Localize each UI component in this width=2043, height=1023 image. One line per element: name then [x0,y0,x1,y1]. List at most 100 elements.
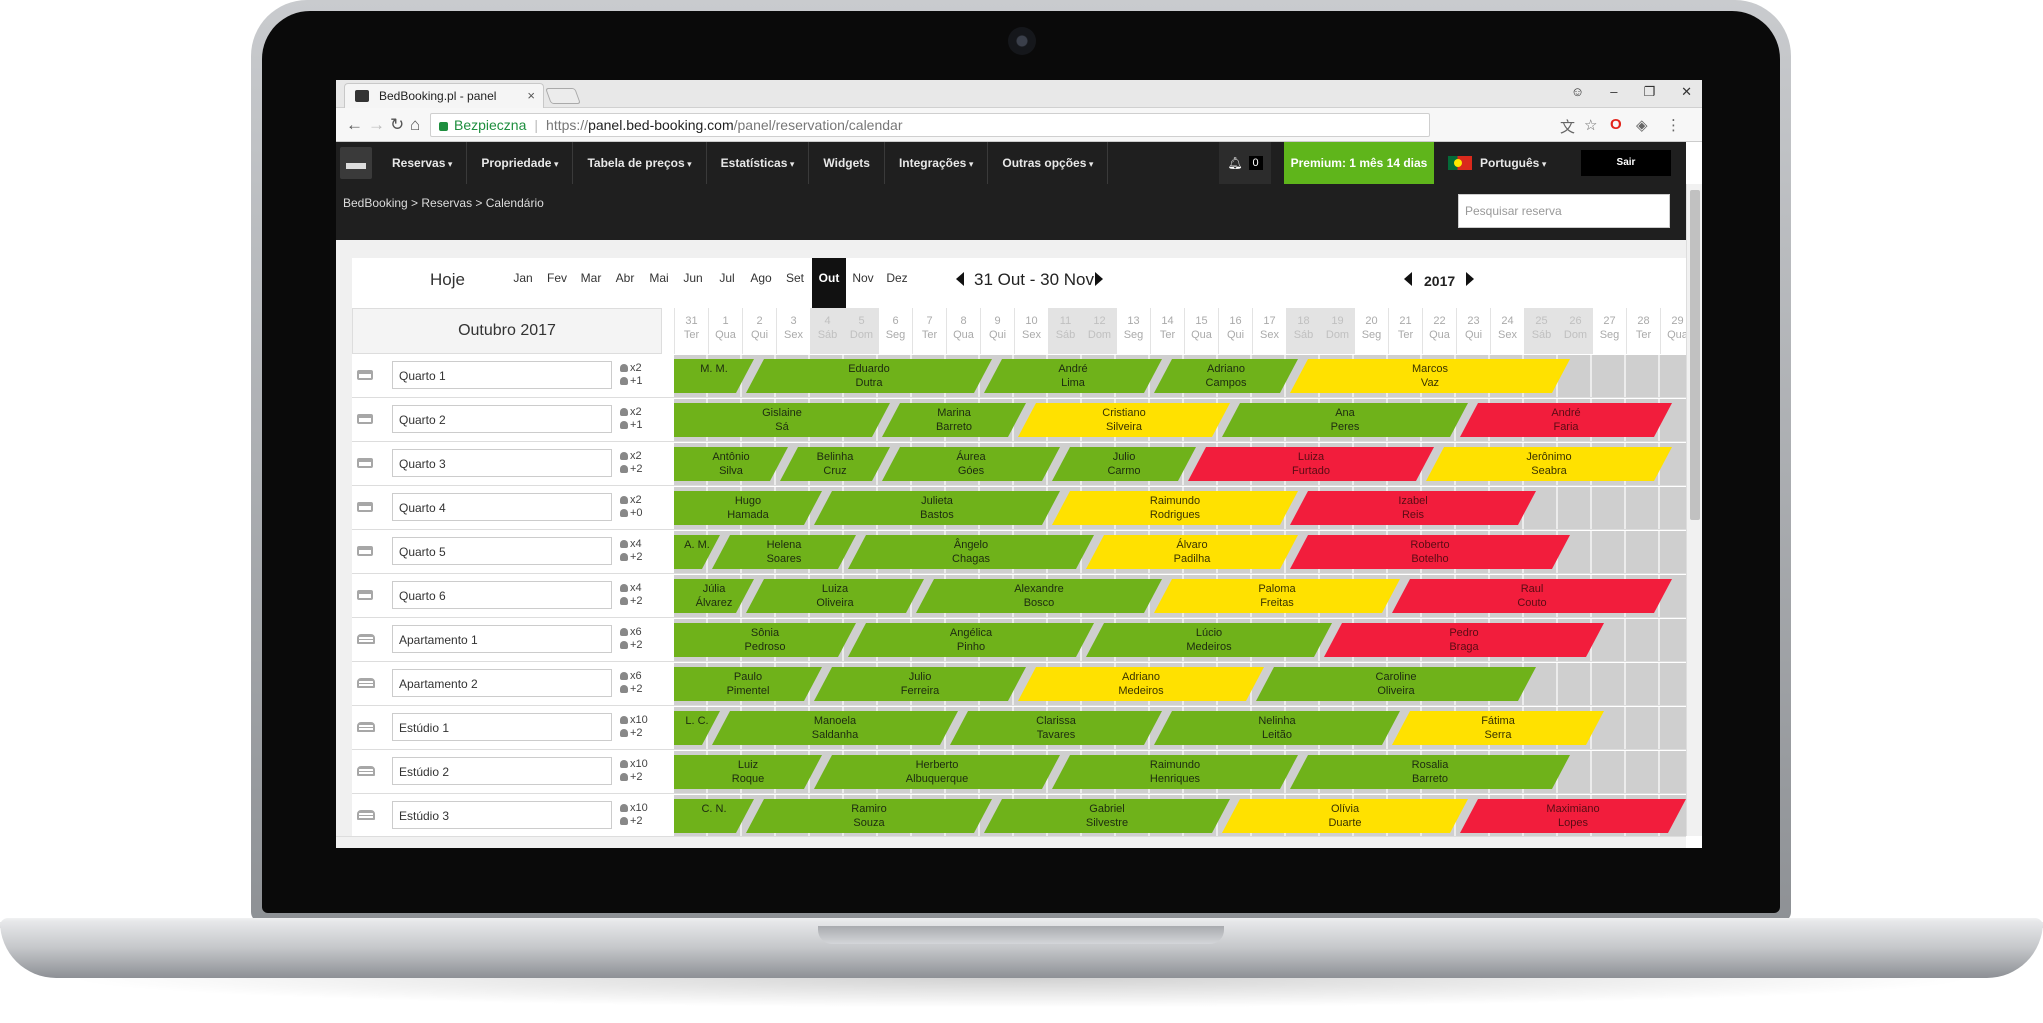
home-icon[interactable]: ⌂ [410,115,420,135]
new-tab-button[interactable] [545,88,581,104]
room-name-0[interactable]: Quarto 1 [392,361,612,389]
reservation-bar[interactable]: Gislaine Sá [674,403,890,437]
logout-button[interactable]: Sair [1581,150,1671,176]
reservation-bar[interactable]: Julio Ferreira [814,667,1026,701]
reservation-bar[interactable]: Álvaro Padilha [1086,535,1298,569]
day-cell[interactable] [1660,531,1686,573]
reservation-bar[interactable]: Nelinha Leitão [1154,711,1400,745]
minimize-icon[interactable]: – [1610,84,1617,100]
today-button[interactable]: Hoje [430,270,465,290]
reservation-bar[interactable]: Alexandre Bosco [916,579,1162,613]
reservation-bar[interactable]: Lúcio Medeiros [1086,623,1332,657]
reservation-bar[interactable]: Cristiano Silveira [1018,403,1230,437]
reservation-bar[interactable]: Adriano Medeiros [1018,667,1264,701]
reservation-bar[interactable]: Fátima Serra [1392,711,1604,745]
day-cell[interactable] [1592,487,1626,529]
room-name-10[interactable]: Estúdio 3 [392,801,612,829]
reservation-bar[interactable]: Clarissa Tavares [950,711,1162,745]
month-tab-abr[interactable]: Abr [608,258,642,308]
back-arrow-icon[interactable]: ← [346,115,363,135]
reservation-bar[interactable]: Paloma Freitas [1154,579,1400,613]
menu-item-4[interactable]: Widgets [809,142,885,184]
reservation-bar[interactable]: André Faria [1460,403,1672,437]
reservation-bar[interactable]: Rosalia Barreto [1290,755,1570,789]
menu-item-2[interactable]: Tabela de preços [573,142,707,184]
reservation-bar[interactable]: Áurea Góes [882,447,1060,481]
day-cell[interactable] [1592,751,1626,793]
room-name-7[interactable]: Apartamento 2 [392,669,612,697]
reservation-bar[interactable]: Luiza Furtado [1188,447,1434,481]
day-cell[interactable] [1592,355,1626,397]
reservation-bar[interactable]: Marcos Vaz [1290,359,1570,393]
reservation-bar[interactable]: Raul Couto [1392,579,1672,613]
menu-item-3[interactable]: Estatísticas [707,142,810,184]
maximize-icon[interactable]: ❐ [1643,84,1655,100]
reservation-bar[interactable]: Olívia Duarte [1222,799,1468,833]
reservation-bar[interactable]: Julieta Bastos [814,491,1060,525]
reservation-bar[interactable]: Adriano Campos [1154,359,1298,393]
reservation-bar[interactable]: Raimundo Henriques [1052,755,1298,789]
reservation-bar[interactable]: Marina Barreto [882,403,1026,437]
room-name-8[interactable]: Estúdio 1 [392,713,612,741]
translate-icon[interactable]: 文 [1560,116,1575,137]
day-cell[interactable] [1626,751,1660,793]
day-cell[interactable] [1660,663,1686,705]
menu-item-0[interactable]: Reservas [378,142,468,184]
window-close-icon[interactable]: ✕ [1681,84,1692,100]
pocket-extension-icon[interactable]: ◈ [1636,116,1648,134]
reservation-bar[interactable]: Ramiro Souza [746,799,992,833]
reservation-bar[interactable]: Luiz Roque [674,755,822,789]
scrollbar-thumb[interactable] [1690,190,1700,520]
reservation-bar[interactable]: Belinha Cruz [780,447,890,481]
month-tab-set[interactable]: Set [778,258,812,308]
reservation-bar[interactable]: Gabriel Silvestre [984,799,1230,833]
month-tab-nov[interactable]: Nov [846,258,880,308]
month-tab-ago[interactable]: Ago [744,258,778,308]
reservation-bar[interactable]: Jerônimo Seabra [1426,447,1672,481]
day-cell[interactable] [1626,531,1660,573]
breadcrumb[interactable]: BedBooking > Reservas > Calendário [343,196,544,210]
vertical-scrollbar[interactable] [1686,184,1702,836]
reservation-bar[interactable]: Caroline Oliveira [1256,667,1536,701]
bed-logo-icon[interactable]: ▬ [340,147,372,179]
reservation-bar[interactable]: Luiza Oliveira [746,579,924,613]
menu-item-1[interactable]: Propriedade [467,142,574,184]
address-bar[interactable]: Bezpieczna | https://panel.bed-booking.com… [430,113,1430,137]
horizontal-scrollbar[interactable] [336,836,1686,848]
reservation-bar[interactable]: Ângelo Chagas [848,535,1094,569]
search-reservation-input[interactable] [1458,194,1670,228]
reservation-bar[interactable]: Maximiano Lopes [1460,799,1686,833]
day-cell[interactable] [1558,663,1592,705]
day-cell[interactable] [1626,487,1660,529]
reservation-bar[interactable]: Sônia Pedroso [674,623,856,657]
prev-range-icon[interactable] [956,272,964,286]
month-tab-dez[interactable]: Dez [880,258,914,308]
reservation-bar[interactable]: Raimundo Rodrigues [1052,491,1298,525]
reservation-bar[interactable]: Julio Carmo [1052,447,1196,481]
opera-extension-icon[interactable]: O [1610,116,1622,133]
day-cell[interactable] [1592,663,1626,705]
room-name-5[interactable]: Quarto 6 [392,581,612,609]
day-cell[interactable] [1592,531,1626,573]
day-cell[interactable] [1660,487,1686,529]
next-range-icon[interactable] [1095,272,1103,286]
reload-icon[interactable]: ↻ [390,115,404,135]
day-cell[interactable] [1626,663,1660,705]
reservation-bar[interactable]: Roberto Botelho [1290,535,1570,569]
reservation-bar[interactable]: Herberto Albuquerque [814,755,1060,789]
month-tab-jun[interactable]: Jun [676,258,710,308]
tab-close-icon[interactable]: × [527,88,535,103]
room-name-6[interactable]: Apartamento 1 [392,625,612,653]
month-tab-out[interactable]: Out [812,258,846,308]
month-tab-jan[interactable]: Jan [506,258,540,308]
reservation-bar[interactable]: Paulo Pimentel [674,667,822,701]
month-tab-jul[interactable]: Jul [710,258,744,308]
profile-icon[interactable]: ☺ [1571,84,1584,100]
day-cell[interactable] [1626,619,1660,661]
reservation-bar[interactable]: Angélica Pinho [848,623,1094,657]
reservation-bar[interactable]: Manoela Saldanha [712,711,958,745]
day-cell[interactable] [1558,487,1592,529]
day-cell[interactable] [1626,355,1660,397]
reservation-bar[interactable]: Pedro Braga [1324,623,1604,657]
premium-button[interactable]: Premium: 1 mês 14 dias [1284,142,1434,184]
